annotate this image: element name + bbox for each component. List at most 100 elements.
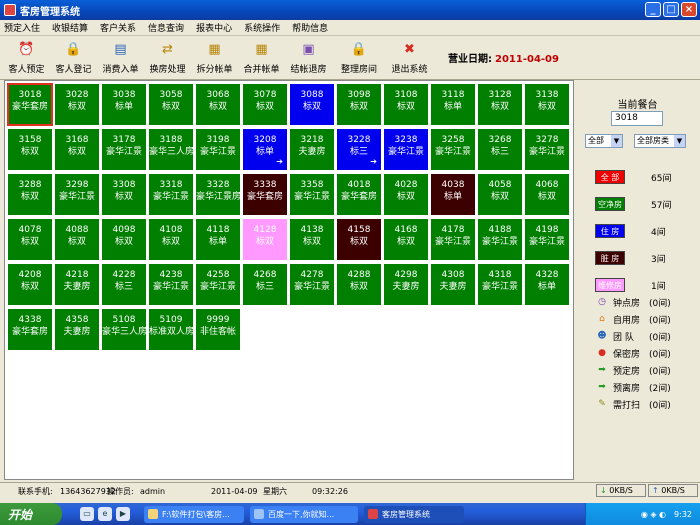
task-folder[interactable]: F:\软件打包\客房...: [144, 505, 244, 523]
room-tile[interactable]: 4168 标双: [383, 218, 429, 261]
room-tile[interactable]: 3158 标双: [7, 128, 53, 171]
legend-item[interactable]: 空净房 57间: [595, 197, 671, 211]
room-tile[interactable]: 3268 标三: [477, 128, 523, 171]
room-tile[interactable]: 4288 标双: [336, 263, 382, 306]
room-tile[interactable]: 4208 标双: [7, 263, 53, 306]
room-tile[interactable]: 4318 豪华江景: [477, 263, 523, 306]
room-tile[interactable]: 4228 标三: [101, 263, 147, 306]
room-tile[interactable]: 4358 夫妻房: [54, 308, 100, 351]
room-tile[interactable]: 4258 豪华江景: [195, 263, 241, 306]
room-tile[interactable]: 4018 豪华套房: [336, 173, 382, 216]
menu-item-customer[interactable]: 客户关系: [100, 21, 136, 34]
menu-item-help[interactable]: 帮助信息: [292, 21, 328, 34]
room-tile[interactable]: 4128 标双: [242, 218, 288, 261]
room-tile[interactable]: 3128 标双: [477, 83, 523, 126]
desktop-icon[interactable]: ▭: [80, 507, 94, 521]
toolbar-button-door-swap[interactable]: ⇄ 换房处理: [145, 38, 190, 78]
room-tile[interactable]: 3058 标双: [148, 83, 194, 126]
flag-item[interactable]: ➡ 预离房 (2间): [597, 380, 671, 394]
room-tile[interactable]: 3088 标双: [289, 83, 335, 126]
menu-item-system[interactable]: 系统操作: [244, 21, 280, 34]
menu-item-reports[interactable]: 报表中心: [196, 21, 232, 34]
legend-item[interactable]: 维修房 1间: [595, 278, 666, 292]
room-tile[interactable]: 3168 标双: [54, 128, 100, 171]
close-button[interactable]: ×: [681, 2, 697, 17]
room-tile[interactable]: 4308 夫妻房: [430, 263, 476, 306]
room-tile[interactable]: 3198 豪华江景: [195, 128, 241, 171]
room-tile[interactable]: 4098 标双: [101, 218, 147, 261]
room-tile[interactable]: 3318 豪华江景: [148, 173, 194, 216]
room-tile[interactable]: 3288 标双: [7, 173, 53, 216]
toolbar-button-checkout[interactable]: ▣ 结帐退房: [286, 38, 331, 78]
start-button[interactable]: 开始: [0, 503, 62, 525]
floor-filter-select[interactable]: 全部 ▼: [585, 134, 623, 148]
room-tile[interactable]: 3078 标双: [242, 83, 288, 126]
room-tile[interactable]: 4268 标三: [242, 263, 288, 306]
room-tile[interactable]: 3098 标双: [336, 83, 382, 126]
flag-item[interactable]: ⌂ 自用房 (0间): [597, 312, 671, 326]
room-tile[interactable]: 4038 标单: [430, 173, 476, 216]
room-tile[interactable]: 3108 标双: [383, 83, 429, 126]
maximize-button[interactable]: □: [663, 2, 679, 17]
room-tile[interactable]: 3068 标双: [195, 83, 241, 126]
room-tile[interactable]: 9999 非住客帐: [195, 308, 241, 351]
room-tile[interactable]: 4108 标双: [148, 218, 194, 261]
toolbar-button-merge-bill[interactable]: ▦ 合并帐单: [239, 38, 284, 78]
room-tile[interactable]: 4078 标双: [7, 218, 53, 261]
room-tile[interactable]: 3258 豪华江景: [430, 128, 476, 171]
current-room-input[interactable]: 3018: [611, 111, 663, 126]
toolbar-button-exit[interactable]: ✖ 退出系统: [387, 38, 432, 78]
room-tile[interactable]: 3228 标三 ➔: [336, 128, 382, 171]
room-tile[interactable]: 3118 标单: [430, 83, 476, 126]
menu-item-checkin[interactable]: 预定入住: [4, 21, 40, 34]
flag-item[interactable]: ☻ 团 队 (0间): [597, 329, 670, 343]
room-tile[interactable]: 3038 标单: [101, 83, 147, 126]
room-tile[interactable]: 3018 豪华套房: [7, 83, 53, 126]
room-tile[interactable]: 4338 豪华套房: [7, 308, 53, 351]
room-tile[interactable]: 4118 标单: [195, 218, 241, 261]
room-tile[interactable]: 3308 标双: [101, 173, 147, 216]
task-browser[interactable]: 百度一下,你就知...: [250, 505, 358, 523]
media-player-icon[interactable]: ▶: [116, 507, 130, 521]
room-tile[interactable]: 4198 豪华江景: [524, 218, 570, 261]
room-tile[interactable]: 3338 豪华套房: [242, 173, 288, 216]
ie-icon[interactable]: e: [98, 507, 112, 521]
room-tile[interactable]: 4058 标双: [477, 173, 523, 216]
room-tile[interactable]: 3238 豪华江景: [383, 128, 429, 171]
room-tile[interactable]: 3188 豪华三人房: [148, 128, 194, 171]
room-tile[interactable]: 4068 标双: [524, 173, 570, 216]
menu-item-query[interactable]: 信息查询: [148, 21, 184, 34]
toolbar-button-user-lock[interactable]: 🔒 客人登记: [51, 38, 96, 78]
room-tile[interactable]: 3138 标双: [524, 83, 570, 126]
room-tile[interactable]: 4138 标双: [289, 218, 335, 261]
room-tile[interactable]: 4298 夫妻房: [383, 263, 429, 306]
room-tile[interactable]: 4238 豪华江景: [148, 263, 194, 306]
room-tile[interactable]: 5109 标准双人房: [148, 308, 194, 351]
toolbar-button-alarm-clock[interactable]: ⏰ 客人预定: [4, 38, 49, 78]
minimize-button[interactable]: _: [645, 2, 661, 17]
room-tile[interactable]: 3278 豪华江景: [524, 128, 570, 171]
legend-item[interactable]: 住 房 4间: [595, 224, 666, 238]
room-tile[interactable]: 5108 豪华三人房: [101, 308, 147, 351]
flag-item[interactable]: ➡ 预定房 (0间): [597, 363, 671, 377]
legend-item[interactable]: 脏 房 3间: [595, 251, 666, 265]
room-tile[interactable]: 4218 夫妻房: [54, 263, 100, 306]
flag-item[interactable]: ✎ 需打扫 (0间): [597, 397, 671, 411]
room-tile[interactable]: 3218 夫妻房: [289, 128, 335, 171]
flag-item[interactable]: ◷ 钟点房 (0间): [597, 295, 671, 309]
room-tile[interactable]: 3298 豪华江景: [54, 173, 100, 216]
legend-item[interactable]: 全 部 65间: [595, 170, 671, 184]
room-tile[interactable]: 3178 豪华江景: [101, 128, 147, 171]
room-tile[interactable]: 4188 豪华江景: [477, 218, 523, 261]
toolbar-button-split-bill[interactable]: ▦ 拆分帐单: [192, 38, 237, 78]
task-hotel-app[interactable]: 客房管理系统: [364, 505, 464, 523]
room-tile[interactable]: 4028 标双: [383, 173, 429, 216]
room-tile[interactable]: 3028 标双: [54, 83, 100, 126]
room-tile[interactable]: 4178 豪华江景: [430, 218, 476, 261]
room-tile[interactable]: 3328 豪华江景房: [195, 173, 241, 216]
room-tile[interactable]: 4158 标双: [336, 218, 382, 261]
room-tile[interactable]: 4088 标双: [54, 218, 100, 261]
toolbar-button-printer[interactable]: ▤ 消费入单: [98, 38, 143, 78]
room-tile[interactable]: 3358 豪华江景: [289, 173, 335, 216]
flag-item[interactable]: ● 保密房 (0间): [597, 346, 671, 360]
